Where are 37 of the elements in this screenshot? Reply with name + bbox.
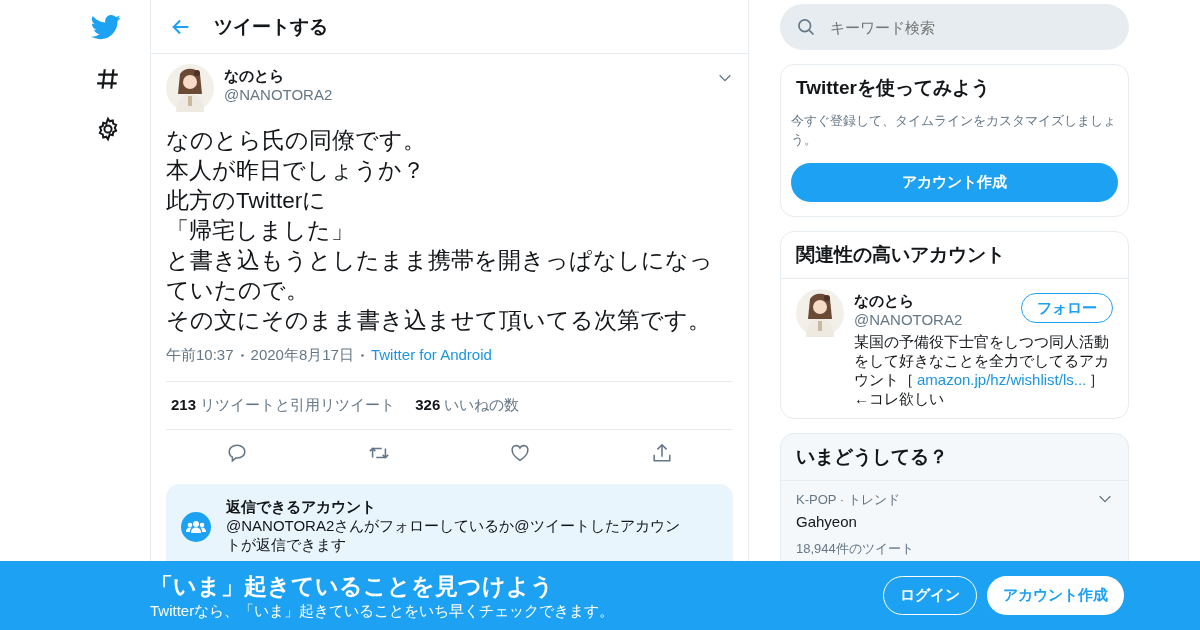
banner-text: Twitterなら、「いま」起きていることをいち早くチェックできます。 bbox=[150, 601, 616, 621]
tweet-time[interactable]: 午前10:37 bbox=[166, 346, 234, 365]
reply-info-text: @NANOTORA2さんがフォローしているか@ツイートしたアカウントが返信できます bbox=[226, 517, 681, 555]
author-name[interactable]: なのとら bbox=[224, 67, 333, 86]
account-name[interactable]: なのとら bbox=[854, 292, 963, 311]
account-handle[interactable]: @NANOTORA2 bbox=[854, 311, 963, 328]
heart-icon[interactable] bbox=[509, 442, 532, 464]
tweet-text: なのとら氏の同僚です。 本人が昨日でしょうか？ 此方のTwitterに 「帰宅しました」 と書き込もうとしたまま携帯を開きっぱなしになっていたので。 その文にそのまま書き込ませて頂いてる次第です。 bbox=[166, 127, 714, 335]
banner-title: 「いま」起きていることを見つけよう bbox=[150, 571, 555, 601]
search-icon bbox=[796, 17, 816, 37]
wishlist-link[interactable]: amazon.jp/hz/wishlist/ls... bbox=[917, 371, 1087, 388]
author-handle[interactable]: @NANOTORA2 bbox=[224, 86, 333, 103]
trend-name[interactable]: Gahyeon bbox=[796, 513, 1113, 530]
account-bio: 某国の予備役下士官をしつつ同人活動をして好きなことを全力でしてるアカウント［ amazon.jp/hz/wishlist/ls... ］←コレ欲しい bbox=[854, 332, 1110, 408]
separator-dot-icon bbox=[360, 354, 364, 357]
share-icon[interactable] bbox=[651, 442, 674, 464]
stat-link[interactable]: 213 リツイートと引用リツイート bbox=[171, 396, 396, 415]
separator-dot-icon bbox=[240, 354, 244, 357]
reply-icon[interactable] bbox=[225, 442, 248, 464]
tweet-date[interactable]: 2020年8月17日 bbox=[250, 346, 354, 365]
signup-text: 今すぐ登録して、タイムラインをカスタマイズしましょう。 bbox=[791, 112, 1117, 149]
reply-info-title: 返信できるアカウント bbox=[226, 498, 377, 517]
card-title: 関連性の高いアカウント bbox=[781, 232, 1128, 279]
follow-button[interactable]: フォロー bbox=[1021, 293, 1113, 323]
bird-logo-icon[interactable] bbox=[91, 12, 121, 42]
tweet-source[interactable]: Twitter for Android bbox=[370, 346, 492, 365]
trend-context: K-POP · トレンド bbox=[796, 491, 900, 509]
stat-link[interactable]: 326 いいねの数 bbox=[415, 396, 520, 415]
card-title: いまどうしてる？ bbox=[781, 434, 1128, 481]
search-field[interactable]: キーワード検索 bbox=[780, 4, 1129, 50]
page-title: ツイートする bbox=[214, 14, 328, 39]
people-icon bbox=[181, 511, 211, 542]
create-account-button[interactable]: アカウント作成 bbox=[791, 163, 1118, 202]
create-account-button[interactable]: アカウント作成 bbox=[987, 576, 1124, 615]
card-title: Twitterを使ってみよう bbox=[795, 76, 991, 100]
trend-count: 18,944件のツイート bbox=[796, 540, 915, 558]
hashtag-icon[interactable] bbox=[95, 66, 121, 92]
